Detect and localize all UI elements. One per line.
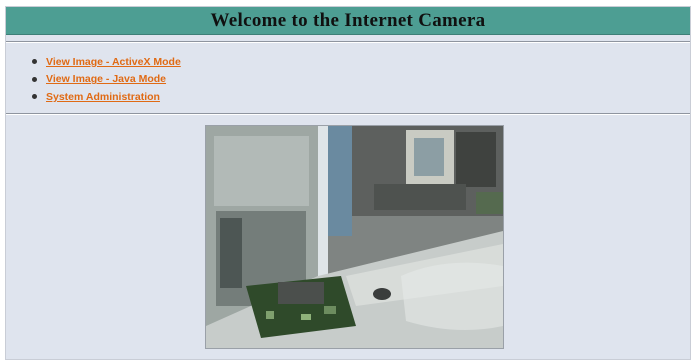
page-title: Welcome to the Internet Camera bbox=[210, 9, 486, 31]
title-bar: Welcome to the Internet Camera bbox=[6, 7, 690, 35]
view-image-java-link[interactable]: View Image - Java Mode bbox=[46, 73, 166, 85]
system-administration-link[interactable]: System Administration bbox=[46, 91, 160, 103]
camera-image bbox=[205, 125, 504, 349]
divider-top bbox=[6, 41, 690, 43]
nav-links: View Image - ActiveX Mode View Image - J… bbox=[32, 53, 181, 106]
view-image-activex-link[interactable]: View Image - ActiveX Mode bbox=[46, 56, 181, 68]
nav-item-admin: System Administration bbox=[32, 88, 181, 106]
divider-bottom bbox=[6, 113, 690, 115]
nav-item-activex: View Image - ActiveX Mode bbox=[32, 53, 181, 71]
camera-snapshot bbox=[206, 126, 503, 348]
nav-item-java: View Image - Java Mode bbox=[32, 71, 181, 89]
bullet-icon bbox=[32, 94, 37, 100]
bullet-icon bbox=[32, 76, 37, 82]
bullet-icon bbox=[32, 59, 37, 65]
page-container: Welcome to the Internet Camera View Imag… bbox=[5, 6, 691, 360]
